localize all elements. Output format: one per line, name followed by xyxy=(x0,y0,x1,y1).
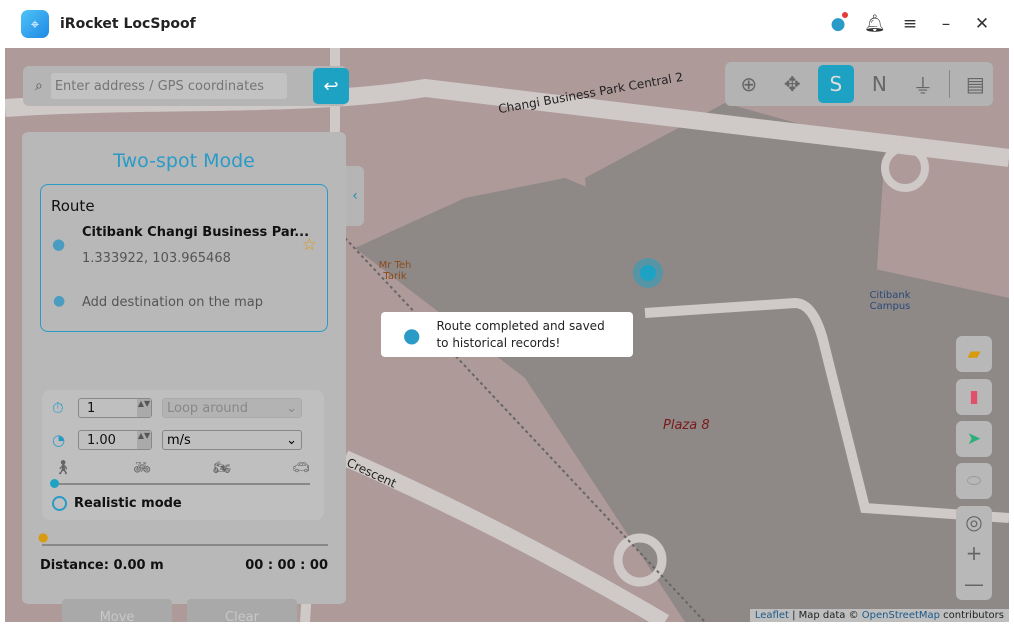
app-title: iRocket LocSpoof xyxy=(60,16,196,32)
zoom-out-icon[interactable]: — xyxy=(964,572,984,596)
joystick-icon[interactable]: ⏚ xyxy=(905,65,941,103)
times-stepper[interactable]: 1 ▲▼ xyxy=(78,398,152,418)
times-value: 1 xyxy=(87,400,96,416)
route-heading: Route xyxy=(51,197,95,215)
progress-pin-icon: ● xyxy=(38,530,49,544)
elapsed-time: 00 : 00 : 00 xyxy=(245,558,328,573)
route-card: Route ● Citibank Changi Business Par... … xyxy=(40,184,328,332)
clear-button[interactable]: Clear xyxy=(187,599,297,622)
add-destination[interactable]: Add destination on the map xyxy=(82,295,263,310)
loop-mode-select[interactable]: Loop around ⌄ xyxy=(162,398,302,418)
star-icon[interactable]: ☆ xyxy=(302,235,317,255)
timer-icon: ⏱ xyxy=(52,399,64,417)
toast-notification: ● Route completed and saved to historica… xyxy=(381,312,633,357)
teleport-icon[interactable]: ⊕ xyxy=(731,65,767,103)
map-label-building: Plaza 8 xyxy=(663,418,710,433)
move-icon[interactable]: ✥ xyxy=(775,65,811,103)
close-icon[interactable]: ✕ xyxy=(972,14,992,34)
speed-unit-value: m/s xyxy=(167,432,191,448)
distance: Distance: 0.00 m xyxy=(40,558,164,573)
import-folder-button[interactable]: ▰ xyxy=(956,336,992,372)
device-button[interactable]: ▮ xyxy=(956,379,992,415)
map-label-poi: Citibank Campus xyxy=(869,290,911,312)
move-button[interactable]: Move xyxy=(62,599,172,622)
multi-spot-icon[interactable]: N xyxy=(862,65,898,103)
route-saved-icon: ● xyxy=(403,322,421,347)
collapse-panel-button[interactable]: ‹ xyxy=(346,166,364,226)
speed-value: 1.00 xyxy=(87,432,116,448)
radio-icon[interactable] xyxy=(52,496,67,511)
location-marker[interactable] xyxy=(633,258,663,288)
title-bar: ⌖ iRocket LocSpoof ● 🔔︎ ≡ – ✕ xyxy=(0,0,1014,48)
search-bar: ⌕ ↩ xyxy=(23,66,349,106)
speed-slider[interactable] xyxy=(50,479,310,488)
map[interactable]: Changi Business Park Central 2 Mr Teh Ta… xyxy=(5,48,1009,622)
user-icon[interactable]: ● xyxy=(828,12,848,34)
attribution-text: contributors xyxy=(940,610,1004,621)
mode-panel: Two-spot Mode Route ● Citibank Changi Bu… xyxy=(22,132,346,622)
speed-unit-select[interactable]: m/s ⌄ xyxy=(162,430,302,450)
bell-icon[interactable]: 🔔︎ xyxy=(864,14,886,34)
leaflet-link[interactable]: Leaflet xyxy=(755,610,789,621)
panel-title: Two-spot Mode xyxy=(113,150,255,172)
toggle-button[interactable]: ⬭ xyxy=(956,463,992,499)
divider xyxy=(948,70,950,98)
minimize-icon[interactable]: – xyxy=(936,14,956,34)
settings-box: ⏱ 1 ▲▼ Loop around ⌄ ◔ 1.00 ▲▼ m/s ⌄ 🚶︎ 🚲︎ 🏍… xyxy=(42,390,324,520)
mode-toolbar: ⊕ ✥ S N ⏚ ▤ xyxy=(725,62,993,106)
menu-icon[interactable]: ≡ xyxy=(900,14,920,34)
speed-icon: ◔ xyxy=(52,431,66,449)
history-icon[interactable]: ▤ xyxy=(958,65,994,103)
start-coords: 1.333922, 103.965468 xyxy=(82,251,231,266)
search-input[interactable] xyxy=(50,73,287,99)
attribution-text: | Map data © xyxy=(788,610,862,621)
destination-pin-icon: ● xyxy=(53,293,66,309)
locate-icon[interactable]: ◎ xyxy=(965,510,982,534)
toast-message: Route completed and saved to historical … xyxy=(436,318,605,350)
two-spot-icon[interactable]: S xyxy=(818,65,854,103)
car-icon[interactable]: 🚗︎ xyxy=(292,460,310,476)
send-button[interactable]: ➤ xyxy=(956,421,992,457)
walk-icon[interactable]: 🚶︎ xyxy=(54,460,72,476)
go-button[interactable]: ↩ xyxy=(313,68,349,104)
realistic-mode-label: Realistic mode xyxy=(74,496,182,511)
osm-link[interactable]: OpenStreetMap xyxy=(862,610,940,621)
motorcycle-icon[interactable]: 🏍︎ xyxy=(213,460,231,476)
map-label-poi: Mr Teh Tarik xyxy=(378,260,412,282)
realistic-mode-toggle[interactable]: Realistic mode xyxy=(52,496,182,511)
route-progress: ● xyxy=(38,530,328,546)
app-logo: ⌖ xyxy=(21,10,49,38)
start-pin-icon: ● xyxy=(52,235,66,253)
loop-mode-value: Loop around xyxy=(167,400,249,416)
zoom-in-icon[interactable]: + xyxy=(966,541,983,565)
map-attribution: Leaflet | Map data © OpenStreetMap contr… xyxy=(749,609,1009,622)
zoom-controls: ◎ + — xyxy=(956,506,992,600)
slider-knob[interactable] xyxy=(50,479,59,488)
bike-icon[interactable]: 🚲︎ xyxy=(133,460,151,476)
search-icon: ⌕ xyxy=(35,78,43,94)
start-name: Citibank Changi Business Par... xyxy=(82,225,310,240)
speed-stepper[interactable]: 1.00 ▲▼ xyxy=(78,430,152,450)
